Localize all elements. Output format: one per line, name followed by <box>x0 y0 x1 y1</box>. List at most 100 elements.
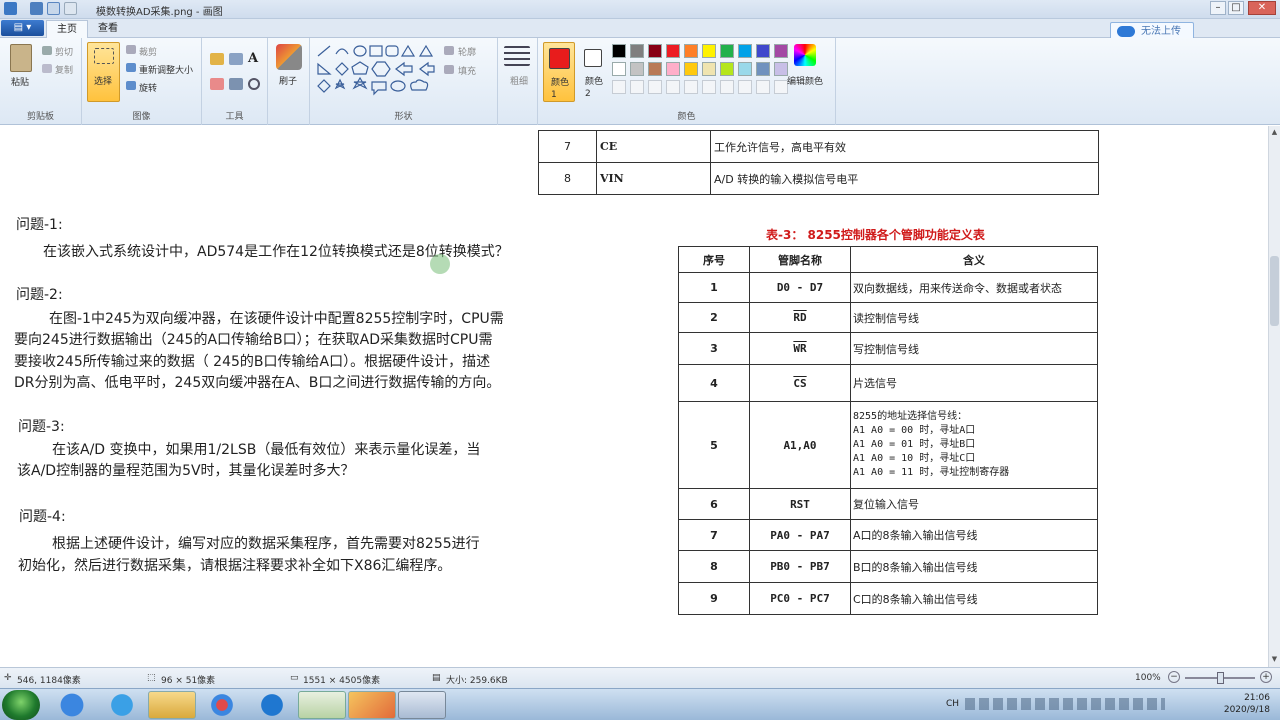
taskbar-ie-icon[interactable] <box>98 691 146 719</box>
tab-home[interactable]: 主页 <box>46 20 88 38</box>
custom-color-slot[interactable] <box>720 80 734 94</box>
color2-button[interactable]: 颜色 2 <box>580 42 608 102</box>
outline-icon[interactable] <box>444 46 454 55</box>
mouse-cursor-highlight <box>430 254 450 274</box>
vertical-scrollbar[interactable]: ▲ ▼ <box>1268 126 1280 667</box>
brush-label[interactable]: 刷子 <box>279 74 297 87</box>
language-indicator[interactable]: CH <box>946 699 959 709</box>
taskbar-calculator-icon[interactable] <box>398 691 446 719</box>
maximize-button[interactable]: □ <box>1228 1 1244 15</box>
app-icon[interactable] <box>4 2 17 15</box>
custom-color-slot[interactable] <box>612 80 626 94</box>
resize-label[interactable]: 重新调整大小 <box>139 63 193 76</box>
scroll-thumb[interactable] <box>1270 256 1279 326</box>
size-icon[interactable] <box>504 46 530 66</box>
copy-icon[interactable] <box>42 64 52 73</box>
undo-icon[interactable] <box>47 2 60 15</box>
start-button[interactable] <box>2 690 40 720</box>
palette-swatch[interactable] <box>648 62 662 76</box>
shapes-gallery-icon[interactable] <box>316 44 438 96</box>
tray-icons[interactable] <box>965 698 1165 710</box>
eraser-icon[interactable] <box>210 78 224 90</box>
rotate-label[interactable]: 旋转 <box>139 81 157 94</box>
crop-label[interactable]: 裁剪 <box>139 45 157 58</box>
zoom-out-button[interactable]: − <box>1168 671 1180 683</box>
custom-color-slot[interactable] <box>738 80 752 94</box>
custom-color-slot[interactable] <box>774 80 788 94</box>
palette-swatch[interactable] <box>756 44 770 58</box>
palette-swatch[interactable] <box>774 62 788 76</box>
scroll-down-icon[interactable]: ▼ <box>1270 655 1279 665</box>
question-1-title: 问题-1: <box>16 217 63 233</box>
taskbar-paint-icon[interactable] <box>348 691 396 719</box>
edit-colors-icon[interactable] <box>794 44 816 66</box>
custom-color-slot[interactable] <box>666 80 680 94</box>
save-icon[interactable] <box>30 2 43 15</box>
palette-swatch[interactable] <box>756 62 770 76</box>
crop-icon[interactable] <box>126 45 136 54</box>
taskbar-cloud-icon[interactable] <box>48 691 96 719</box>
color1-button[interactable]: 颜色 1 <box>543 42 575 102</box>
tab-view[interactable]: 查看 <box>88 20 128 38</box>
image-group: 选择 裁剪 重新调整大小 旋转 图像 <box>82 38 202 125</box>
rotate-icon[interactable] <box>126 81 136 90</box>
custom-color-slot[interactable] <box>648 80 662 94</box>
selection-size-icon: ⬚ <box>147 673 156 683</box>
canvas[interactable]: 7 CE 工作允许信号，高电平有效 8 VIN A/D 转换的输入模拟信号电平 … <box>0 126 1268 667</box>
taskbar-ie2-icon[interactable] <box>248 691 296 719</box>
custom-color-slot[interactable] <box>684 80 698 94</box>
palette-swatch[interactable] <box>738 62 752 76</box>
select-button[interactable]: 选择 <box>87 42 120 102</box>
pencil-icon[interactable] <box>210 53 224 65</box>
resize-icon[interactable] <box>126 63 136 72</box>
palette-swatch[interactable] <box>738 44 752 58</box>
close-button[interactable]: ✕ <box>1248 1 1276 15</box>
palette-swatch[interactable] <box>684 44 698 58</box>
fill-bucket-icon[interactable] <box>229 53 243 65</box>
cut-icon[interactable] <box>42 46 52 55</box>
custom-color-slot[interactable] <box>630 80 644 94</box>
palette-swatch[interactable] <box>702 44 716 58</box>
file-menu-button[interactable]: ▤ ▾ <box>1 20 44 36</box>
zoom-slider-thumb[interactable] <box>1216 672 1224 684</box>
palette-swatch[interactable] <box>666 44 680 58</box>
ribbon: 粘贴 剪切 复制 剪贴板 选择 裁剪 重新调整大小 旋转 图像 A 工具 刷子 <box>0 38 1280 125</box>
fill-icon[interactable] <box>444 65 454 74</box>
outline-label[interactable]: 轮廓 <box>458 45 476 58</box>
palette-swatch[interactable] <box>630 44 644 58</box>
color-picker-icon[interactable] <box>229 78 243 90</box>
cell-pin: D0 - D7 <box>749 272 851 303</box>
palette-swatch[interactable] <box>720 44 734 58</box>
palette-swatch[interactable] <box>612 44 626 58</box>
scroll-up-icon[interactable]: ▲ <box>1270 128 1279 138</box>
palette-swatch[interactable] <box>720 62 734 76</box>
cell-no: 6 <box>678 488 750 520</box>
table-row: 6 RST 复位输入信号 <box>678 488 1098 520</box>
redo-icon[interactable] <box>64 2 77 15</box>
custom-color-slot[interactable] <box>756 80 770 94</box>
magnifier-icon[interactable] <box>248 78 260 90</box>
palette-swatch[interactable] <box>666 62 680 76</box>
paste-icon[interactable] <box>10 44 32 72</box>
brush-icon[interactable] <box>276 44 302 70</box>
palette-swatch[interactable] <box>612 62 626 76</box>
custom-color-slot[interactable] <box>702 80 716 94</box>
fill-label[interactable]: 填充 <box>458 64 476 77</box>
zoom-in-button[interactable]: + <box>1260 671 1272 683</box>
palette-swatch[interactable] <box>684 62 698 76</box>
palette-swatch[interactable] <box>648 44 662 58</box>
taskbar-chart-icon[interactable] <box>298 691 346 719</box>
text-icon[interactable]: A <box>248 51 262 66</box>
minimize-button[interactable]: – <box>1210 1 1226 15</box>
palette-swatch[interactable] <box>774 44 788 58</box>
palette-swatch[interactable] <box>630 62 644 76</box>
size-label[interactable]: 粗细 <box>510 74 528 87</box>
cut-label[interactable]: 剪切 <box>55 45 73 58</box>
taskbar-app-icon[interactable] <box>198 691 246 719</box>
paste-label[interactable]: 粘贴 <box>11 75 29 88</box>
edit-colors-label[interactable]: 编辑颜色 <box>787 74 823 87</box>
taskbar-folder-icon[interactable] <box>148 691 196 719</box>
system-clock[interactable]: 21:06 2020/9/18 <box>1224 692 1270 716</box>
copy-label[interactable]: 复制 <box>55 63 73 76</box>
palette-swatch[interactable] <box>702 62 716 76</box>
